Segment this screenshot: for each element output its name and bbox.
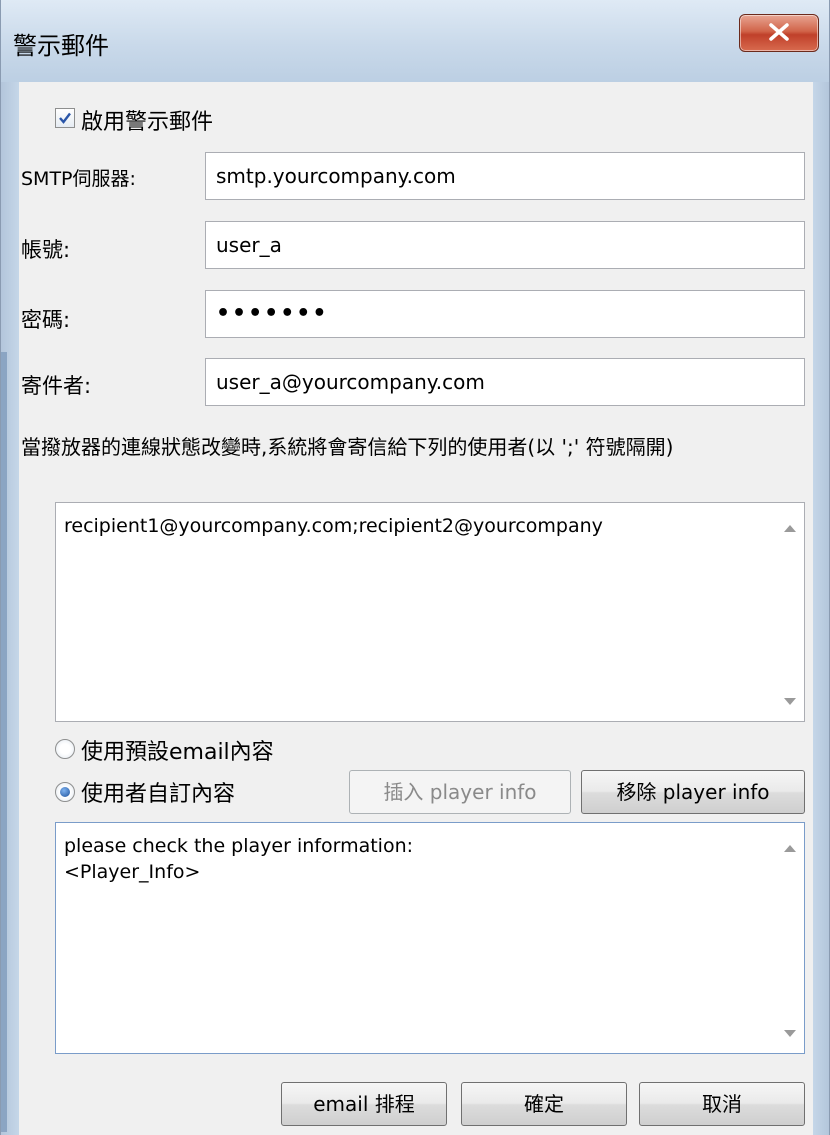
sender-input[interactable]: user_a@yourcompany.com xyxy=(205,358,805,406)
recipients-text: recipient1@yourcompany.com;recipient2@yo… xyxy=(64,515,603,537)
dialog-body: 啟用警示郵件 SMTP伺服器: smtp.yourcompany.com 帳號:… xyxy=(19,82,813,1135)
insert-player-info-button[interactable]: 插入 player info xyxy=(349,770,571,814)
ok-button[interactable]: 確定 xyxy=(461,1082,627,1126)
enable-alert-label: 啟用警示郵件 xyxy=(81,110,214,135)
window-frame-left xyxy=(1,82,19,1135)
remove-player-info-button[interactable]: 移除 player info xyxy=(581,770,805,814)
scroll-down-icon[interactable] xyxy=(784,698,796,705)
recipients-textarea[interactable]: recipient1@yourcompany.com;recipient2@yo… xyxy=(55,502,805,722)
smtp-label: SMTP伺服器: xyxy=(21,168,136,190)
account-input[interactable]: user_a xyxy=(205,221,805,269)
enable-alert-checkbox[interactable] xyxy=(55,108,75,128)
checkmark-icon xyxy=(59,112,71,124)
scroll-down-icon[interactable] xyxy=(784,1030,796,1037)
alert-email-dialog: 警示郵件 啟用警示郵件 SMTP伺服器: smtp.yourcompany.co… xyxy=(0,0,830,1135)
recipients-description: 當撥放器的連線狀態改變時,系統將會寄信給下列的使用者(以 ';' 符號隔開) xyxy=(21,435,674,459)
close-icon xyxy=(769,23,789,41)
close-button[interactable] xyxy=(739,14,819,52)
password-input[interactable]: ••••••• xyxy=(205,290,805,338)
custom-content-line2: <Player_Info> xyxy=(64,861,201,883)
default-content-label: 使用預設email內容 xyxy=(81,740,274,765)
sender-label: 寄件者: xyxy=(21,374,92,398)
window-frame-right xyxy=(813,82,829,1135)
smtp-server-input[interactable]: smtp.yourcompany.com xyxy=(205,152,805,200)
title-bar[interactable]: 警示郵件 xyxy=(1,0,829,82)
account-label: 帳號: xyxy=(21,238,71,262)
scroll-up-icon[interactable] xyxy=(784,525,796,532)
scroll-up-icon[interactable] xyxy=(784,845,796,852)
custom-content-line1: please check the player information: xyxy=(64,835,414,857)
custom-content-textarea[interactable]: please check the player information: <Pl… xyxy=(55,822,805,1054)
window-title: 警示郵件 xyxy=(13,32,109,60)
password-label: 密碼: xyxy=(21,308,71,332)
default-content-radio[interactable] xyxy=(55,739,75,759)
cancel-button[interactable]: 取消 xyxy=(639,1082,805,1126)
custom-content-label: 使用者自訂內容 xyxy=(81,782,236,807)
email-schedule-button[interactable]: email 排程 xyxy=(281,1082,447,1126)
custom-content-radio[interactable] xyxy=(55,782,75,802)
